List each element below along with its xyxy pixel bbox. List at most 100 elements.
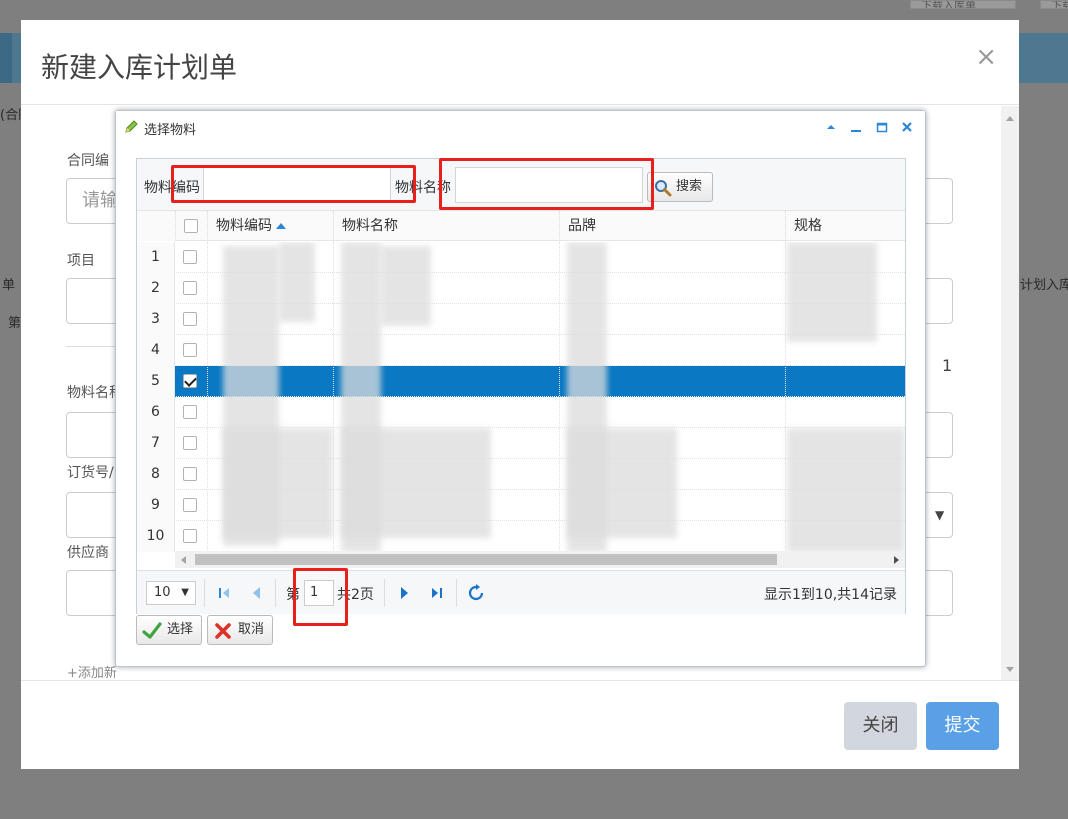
select-button[interactable]: 选择 xyxy=(136,615,202,645)
highlight-box-material-code xyxy=(171,165,416,203)
project-label: 项目 xyxy=(67,253,95,269)
pencil-icon xyxy=(125,120,138,133)
grid-horizontal-scrollbar[interactable] xyxy=(175,551,905,568)
dialog-title: 选择物料 xyxy=(144,123,197,138)
scrollbar-thumb[interactable] xyxy=(195,554,777,565)
scroll-right-icon[interactable] xyxy=(894,556,899,564)
next-page-icon[interactable] xyxy=(396,584,414,602)
contract-no-label: 合同编 xyxy=(67,153,109,169)
dialog-tools xyxy=(818,119,915,135)
scroll-up-icon[interactable] xyxy=(1006,116,1014,121)
row-number-header xyxy=(137,211,175,241)
cancel-icon xyxy=(215,623,231,639)
order-no-label: 订货号/ xyxy=(67,465,114,481)
column-divider xyxy=(333,242,334,552)
first-page-icon[interactable] xyxy=(215,584,233,602)
bg-right-text: 计划入库 xyxy=(1020,278,1068,293)
row-number: 8 xyxy=(137,459,175,490)
redacted-brand-column-b xyxy=(567,428,677,538)
search-button-label: 搜索 xyxy=(676,179,703,194)
redacted-name-column-c xyxy=(341,428,491,538)
redacted-spec-column-b xyxy=(787,428,905,552)
pagination-bar: 10 ▼ 第 1 共2页 显示1到10,共14记录 xyxy=(137,570,905,614)
column-header-brand[interactable]: 品牌 xyxy=(559,211,785,241)
row-number: 4 xyxy=(137,335,175,366)
last-page-icon[interactable] xyxy=(428,584,446,602)
redacted-name-column-b xyxy=(381,246,431,326)
row-number: 7 xyxy=(137,428,175,459)
add-new-link[interactable]: +添加新 xyxy=(67,662,117,680)
row-number: 9 xyxy=(137,490,175,521)
grid-header: 物料编码 物料名称 品牌 规格 xyxy=(137,211,905,241)
modal-header: 新建入库计划单 × xyxy=(21,20,1019,105)
modal-footer: 关闭 提交 xyxy=(21,680,1019,769)
minimize-icon[interactable] xyxy=(848,119,864,135)
modal-title: 新建入库计划单 xyxy=(41,51,238,84)
highlight-box-page-input xyxy=(293,568,348,626)
modal-scrollbar[interactable] xyxy=(1001,106,1019,680)
bg-download-button-2: 下载 xyxy=(1040,0,1068,9)
row-number: 5 xyxy=(137,366,175,397)
row-number: 3 xyxy=(137,304,175,335)
search-icon xyxy=(655,180,672,197)
row-checkbox-checked[interactable] xyxy=(183,374,197,388)
prev-page-icon[interactable] xyxy=(247,584,265,602)
cancel-button[interactable]: 取消 xyxy=(207,615,273,645)
check-icon xyxy=(142,622,162,639)
redacted-code-column-b xyxy=(279,242,315,322)
row-checkbox[interactable] xyxy=(183,529,197,543)
row-checkbox[interactable] xyxy=(183,343,197,357)
row-checkbox[interactable] xyxy=(183,312,197,326)
redacted-spec-column xyxy=(787,242,877,342)
row-checkbox[interactable] xyxy=(183,281,197,295)
modal-close-icon[interactable]: × xyxy=(975,44,997,70)
item-count: 1 xyxy=(942,356,953,375)
column-divider xyxy=(785,242,786,552)
select-all-header xyxy=(175,211,207,241)
submit-button[interactable]: 提交 xyxy=(926,702,999,750)
chevron-down-icon: ▼ xyxy=(181,587,189,598)
close-button[interactable]: 关闭 xyxy=(844,702,917,750)
select-button-label: 选择 xyxy=(167,622,194,637)
refresh-icon[interactable] xyxy=(467,584,485,602)
record-info: 显示1到10,共14记录 xyxy=(764,587,897,603)
bg-left-block xyxy=(0,33,12,83)
row-checkbox[interactable] xyxy=(183,250,197,264)
scroll-left-icon[interactable] xyxy=(181,556,186,564)
bg-left-text-2: 单 xyxy=(2,278,16,293)
bg-download-button: 下载入库单 xyxy=(910,0,1016,9)
cancel-button-label: 取消 xyxy=(238,622,265,637)
column-header-code[interactable]: 物料编码 xyxy=(207,211,333,241)
pager-separator xyxy=(204,579,205,607)
supplier-label: 供应商 xyxy=(67,545,109,561)
column-header-spec[interactable]: 规格 xyxy=(785,211,905,241)
collapse-icon[interactable] xyxy=(823,119,839,135)
search-button[interactable]: 搜索 xyxy=(647,172,713,202)
row-number: 10 xyxy=(137,521,175,552)
pager-separator xyxy=(456,579,457,607)
order-no-chevron-down-icon: ▼ xyxy=(935,508,945,522)
dialog-header: 选择物料 xyxy=(116,111,925,143)
page-size-select[interactable]: 10 ▼ xyxy=(146,581,196,605)
pager-separator xyxy=(275,579,276,607)
highlight-box-material-name xyxy=(439,158,654,210)
row-number: 1 xyxy=(137,242,175,273)
scroll-down-icon[interactable] xyxy=(1006,667,1014,672)
row-number: 2 xyxy=(137,273,175,304)
grid-body: 1 2 3 4 5 6 7 8 9 10 xyxy=(137,242,905,552)
row-checkbox[interactable] xyxy=(183,405,197,419)
column-divider xyxy=(559,242,560,552)
column-divider xyxy=(207,242,208,552)
row-number: 6 xyxy=(137,397,175,428)
row-checkbox[interactable] xyxy=(183,467,197,481)
bg-left-text-3: 第 xyxy=(8,316,22,331)
row-checkbox[interactable] xyxy=(183,436,197,450)
close-icon[interactable] xyxy=(899,119,915,135)
pager-separator xyxy=(384,579,385,607)
row-checkbox[interactable] xyxy=(183,498,197,512)
material-grid: 物料编码 物料名称 搜索 物料编码 物料名称 品牌 规格 1 2 3 4 5 6… xyxy=(136,158,906,614)
maximize-icon[interactable] xyxy=(874,119,890,135)
column-header-name[interactable]: 物料名称 xyxy=(333,211,559,241)
select-all-checkbox[interactable] xyxy=(184,219,198,233)
sort-asc-icon xyxy=(276,223,286,229)
